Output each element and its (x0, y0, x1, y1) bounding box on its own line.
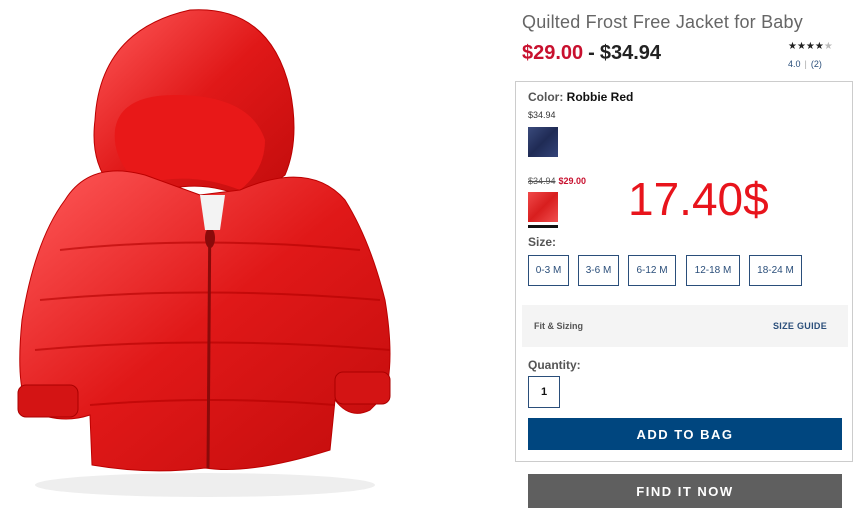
price-range: $29.00- $34.94 (522, 42, 661, 65)
color-label: Color: Robbie Red (528, 90, 633, 104)
size-option-12-18m[interactable]: 12-18 M (686, 255, 740, 286)
quantity-input[interactable]: 1 (528, 376, 560, 408)
size-option-18-24m[interactable]: 18-24 M (749, 255, 802, 286)
find-it-now-button[interactable]: FIND IT NOW (528, 474, 842, 508)
star-empty-icon: ★ (823, 41, 833, 52)
red-swatch-sale-price: $29.00 (558, 176, 587, 186)
selected-swatch-indicator (528, 225, 558, 228)
rating-stars: ★★★★★ (788, 41, 848, 52)
quantity-label: Quantity: (528, 358, 581, 372)
size-option-0-3m[interactable]: 0-3 M (528, 255, 569, 286)
price-separator: - (588, 42, 595, 64)
navy-color-swatch[interactable] (528, 127, 558, 157)
rating-value: 4.0 (788, 59, 801, 69)
fit-sizing-label[interactable]: Fit & Sizing (534, 321, 583, 331)
review-count[interactable]: (2) (811, 59, 822, 69)
navy-swatch-price: $34.94 (528, 110, 556, 120)
sale-price: $29.00 (522, 42, 584, 64)
selected-color-name: Robbie Red (566, 90, 634, 104)
size-option-3-6m[interactable]: 3-6 M (578, 255, 619, 286)
size-guide-link[interactable]: SIZE GUIDE (773, 321, 827, 331)
rating-meta: 4.0 | (2) (788, 59, 848, 69)
product-image[interactable] (0, 0, 510, 509)
add-to-bag-button[interactable]: ADD TO BAG (528, 418, 842, 450)
rating-divider: | (804, 59, 807, 69)
size-label: Size: (528, 235, 557, 249)
red-swatch-price: $34.94 $29.00 (528, 176, 586, 186)
product-title: Quilted Frost Free Jacket for Baby (522, 12, 803, 32)
price-annotation: 17.40$ (628, 173, 769, 225)
star-filled-icon: ★★★★ (788, 41, 824, 52)
red-puffer-jacket-image (17, 9, 391, 497)
product-rating[interactable]: ★★★★★ 4.0 | (2) (788, 41, 848, 69)
red-swatch-regular-price: $34.94 (528, 176, 556, 186)
size-option-6-12m[interactable]: 6-12 M (628, 255, 676, 286)
panel-divider (515, 461, 853, 462)
red-color-swatch[interactable] (528, 192, 558, 222)
color-label-text: Color: (528, 90, 564, 104)
regular-price: $34.94 (599, 42, 662, 64)
